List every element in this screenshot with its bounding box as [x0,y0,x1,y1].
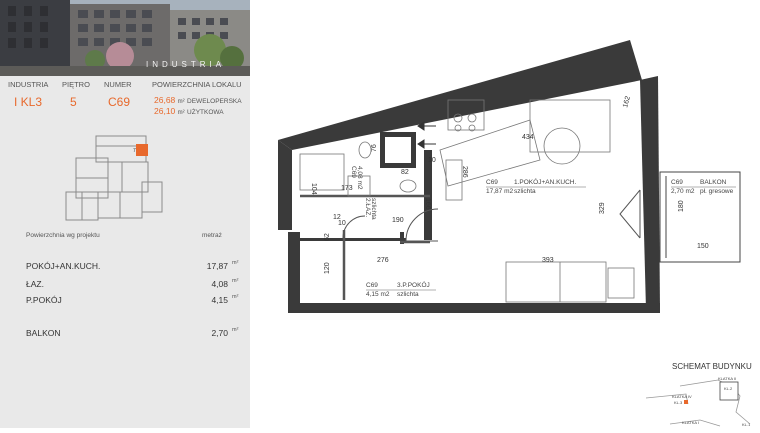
dim-393: 393 [542,257,554,264]
dim-62: 62 [324,233,331,241]
usable-area-value: 26,10 [154,106,176,116]
schema-label-kl2: KL.2 [724,386,733,391]
row-unit-hall: m² [232,294,239,300]
usable-area-label: UŻYTKOWA [187,109,224,116]
schema-label-kl3: KL.3 [674,400,683,405]
dim-276: 276 [377,257,389,264]
floor-plan: 162 434 76 82 10 104 173 166 190 286 329… [270,40,760,330]
unit-number-value: C69 [108,95,131,109]
dim-10-hall: 10 [338,220,346,227]
hall-code: C69 [366,282,378,289]
bathroom-finish: szlichta [370,198,377,220]
row-value-room: 17,87 [206,261,228,271]
hall-name: 3.P.POKÓJ [397,280,430,289]
row-value-balcony: 2,70 [211,328,228,338]
dim-76: 76 [371,144,378,152]
row-unit-balcony: m² [232,327,239,333]
room1-code: C69 [486,179,498,186]
area-table-unit-header: metraż [202,232,222,239]
bathroom-area: 4,08 m2 [356,166,363,190]
row-unit-bathroom: m² [232,278,239,284]
bathroom-code: C69 [350,166,357,178]
room1-finish: szlichta [514,188,536,195]
row-unit-room: m² [232,260,239,266]
dim-162: 162 [622,95,632,108]
developer-area: 26,68 m² DEWELOPERSKA [154,95,242,105]
building-photo: INDUSTRIA [0,0,250,76]
dim-104: 104 [310,183,317,195]
schema-label-kl1: KL.1 [742,422,751,427]
balcony-name: BALKON [700,179,727,186]
room1-area: 17,87 m2 [486,188,513,195]
building-schema: KLATKA II KL.2 KLATKA IV KL.3 KLATKA I K… [640,374,758,428]
schema-small-label-4: KLATKA IV [672,394,692,399]
row-value-bathroom: 4,08 [211,279,228,289]
dim-180: 180 [678,200,685,212]
floor-value: 5 [70,95,77,109]
number-header: NUMER [104,80,132,89]
usable-area-unit: m² [177,110,185,116]
hall-area: 4,15 m2 [366,291,390,298]
row-name-bathroom: ŁAZ. [26,279,44,289]
keyplan-unit-label: 7 [133,148,136,154]
dim-10-kitchen: 10 [428,157,436,164]
balcony-code: C69 [671,179,683,186]
unit-highlight [136,144,148,156]
dim-173: 173 [341,185,353,192]
dim-150: 150 [697,243,709,250]
floor-keyplan: 7 [36,132,176,227]
row-name-room: POKÓJ+AN.KUCH. [26,261,101,271]
developer-area-value: 26,68 [154,95,176,105]
schema-small-label-1: KLATKA I [682,420,699,425]
dim-120: 120 [324,262,331,274]
schema-small-label-2: KLATKA II [718,376,736,381]
hall-finish: szlichta [397,291,419,298]
room1-name: 1.POKÓJ+AN.KUCH. [514,177,577,186]
row-name-balcony: BALKON [26,328,61,338]
dim-82: 82 [401,169,409,176]
balcony-area: 2,70 m2 [671,188,695,195]
row-name-hall: P.POKÓJ [26,295,62,305]
balcony-finish: pł. gresowe [700,188,734,195]
dim-434: 434 [522,134,534,141]
floor-header: PIĘTRO [62,80,90,89]
bathroom-name: 2.ŁAZ. [364,198,371,217]
dim-286: 286 [461,166,468,178]
industria-header: INDUSTRIA [8,80,49,89]
developer-area-unit: m² [177,99,185,105]
usable-area: 26,10 m² UŻYTKOWA [154,106,224,116]
building-schema-title: SCHEMAT BUDYNKU [672,362,752,371]
brand-logo: INDUSTRIA [146,60,226,69]
area-header: POWIERZCHNIA LOKALU [152,80,242,89]
row-value-hall: 4,15 [211,295,228,305]
area-table-title: Powierzchnia wg projektu [26,232,100,239]
dim-190: 190 [392,217,404,224]
info-panel: INDUSTRIA INDUSTRIA PIĘTRO NUMER POWIERZ… [0,0,250,428]
developer-area-label: DEWELOPERSKA [187,98,242,105]
building-section-value: I KL3 [14,95,43,109]
schema-unit-marker [684,400,688,404]
dim-166: 166 [424,198,431,210]
dim-329: 329 [599,202,606,214]
